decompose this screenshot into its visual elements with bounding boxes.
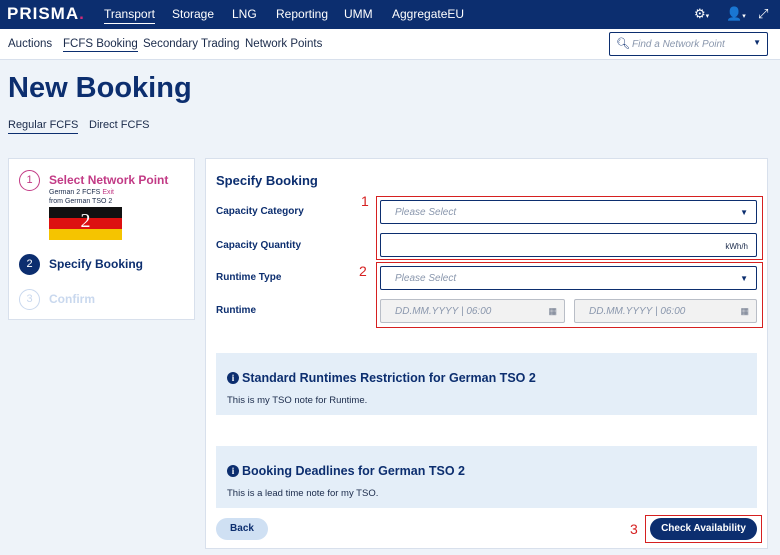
expand-fullscreen-icon[interactable]: ⤢ [758,6,768,22]
calendar-icon[interactable]: ▦ [740,306,749,317]
booking-stepper: 1 Select Network Point German 2 FCFS Exi… [8,158,195,320]
runtime-type-label: Runtime Type [216,272,282,283]
settings-gear-icon[interactable]: ⚙▾ [694,6,709,22]
step-3-indicator: 3 [19,289,40,310]
search-icon: 🔍︎ [616,38,630,50]
chevron-down-icon: ▼ [740,208,748,217]
chevron-down-icon: ▼ [740,274,748,283]
sub-navigation: Auctions FCFS Booking Secondary Trading … [0,29,780,60]
capacity-category-label: Capacity Category [216,206,304,217]
subnav-auctions[interactable]: Auctions [8,38,52,50]
info-text: This is a lead time note for my TSO. [227,488,379,499]
annotation-marker-2b: 2 [359,263,367,279]
user-account-icon[interactable]: 👤▾ [726,6,746,22]
runtime-from-input[interactable]: DD.MM.YYYY | 06:00 ▦ [380,299,565,323]
page-title: New Booking [8,72,192,104]
network-point-name: German 2 FCFS Exit [49,189,114,196]
step-confirm: Confirm [49,292,95,306]
step-select-network-point[interactable]: Select Network Point [49,173,168,187]
runtime-to-input[interactable]: DD.MM.YYYY | 06:00 ▦ [574,299,757,323]
network-point-search[interactable]: 🔍︎ ▼ [609,32,768,56]
unit-label: kWh/h [725,242,748,251]
tab-direct-fcfs[interactable]: Direct FCFS [89,119,150,131]
prisma-logo[interactable]: PRISMA. [7,4,85,24]
nav-transport[interactable]: Transport [104,7,155,24]
germany-flag: 2 [49,207,122,240]
info-box-runtime-restriction: i Standard Runtimes Restriction for Germa… [216,353,757,415]
top-navigation: PRISMA. Transport Storage LNG Reporting … [0,0,780,29]
subnav-secondary-trading[interactable]: Secondary Trading [143,38,240,50]
back-button[interactable]: Back [216,518,268,540]
info-title: i Booking Deadlines for German TSO 2 [227,464,465,478]
network-point-direction: Exit [102,189,114,196]
nav-storage[interactable]: Storage [172,7,214,21]
info-box-booking-deadlines: i Booking Deadlines for German TSO 2 This… [216,446,757,508]
search-input[interactable] [632,36,747,52]
check-availability-button[interactable]: Check Availability [650,518,757,540]
runtime-label: Runtime [216,305,256,316]
chevron-down-icon[interactable]: ▼ [753,38,761,47]
nav-umm[interactable]: UMM [344,7,373,21]
subnav-network-points[interactable]: Network Points [245,38,322,50]
step-2-indicator: 2 [19,254,40,275]
annotation-marker-1: 1 [361,193,369,209]
info-icon: i [227,465,239,477]
calendar-icon[interactable]: ▦ [548,306,557,317]
annotation-marker-3: 3 [630,521,638,537]
info-icon: i [227,372,239,384]
capacity-quantity-input[interactable]: kWh/h [380,233,757,257]
capacity-category-select[interactable]: Please Select ▼ [380,200,757,224]
step-1-indicator: 1 [19,170,40,191]
info-text: This is my TSO note for Runtime. [227,395,368,406]
tab-regular-fcfs[interactable]: Regular FCFS [8,119,79,134]
nav-lng[interactable]: LNG [232,7,257,21]
nav-aggregateeu[interactable]: AggregateEU [392,7,464,21]
info-title: i Standard Runtimes Restriction for Germa… [227,371,536,385]
nav-reporting[interactable]: Reporting [276,7,328,21]
subnav-fcfs-booking[interactable]: FCFS Booking [63,38,138,52]
booking-form-card: Specify Booking Capacity Category Capaci… [205,158,768,549]
capacity-quantity-label: Capacity Quantity [216,240,302,251]
section-title: Specify Booking [216,173,318,188]
network-point-tso: from German TSO 2 [49,198,113,205]
runtime-type-select[interactable]: Please Select ▼ [380,266,757,290]
step-specify-booking[interactable]: Specify Booking [49,257,143,271]
annotation-marker-2: 2 [80,210,91,232]
